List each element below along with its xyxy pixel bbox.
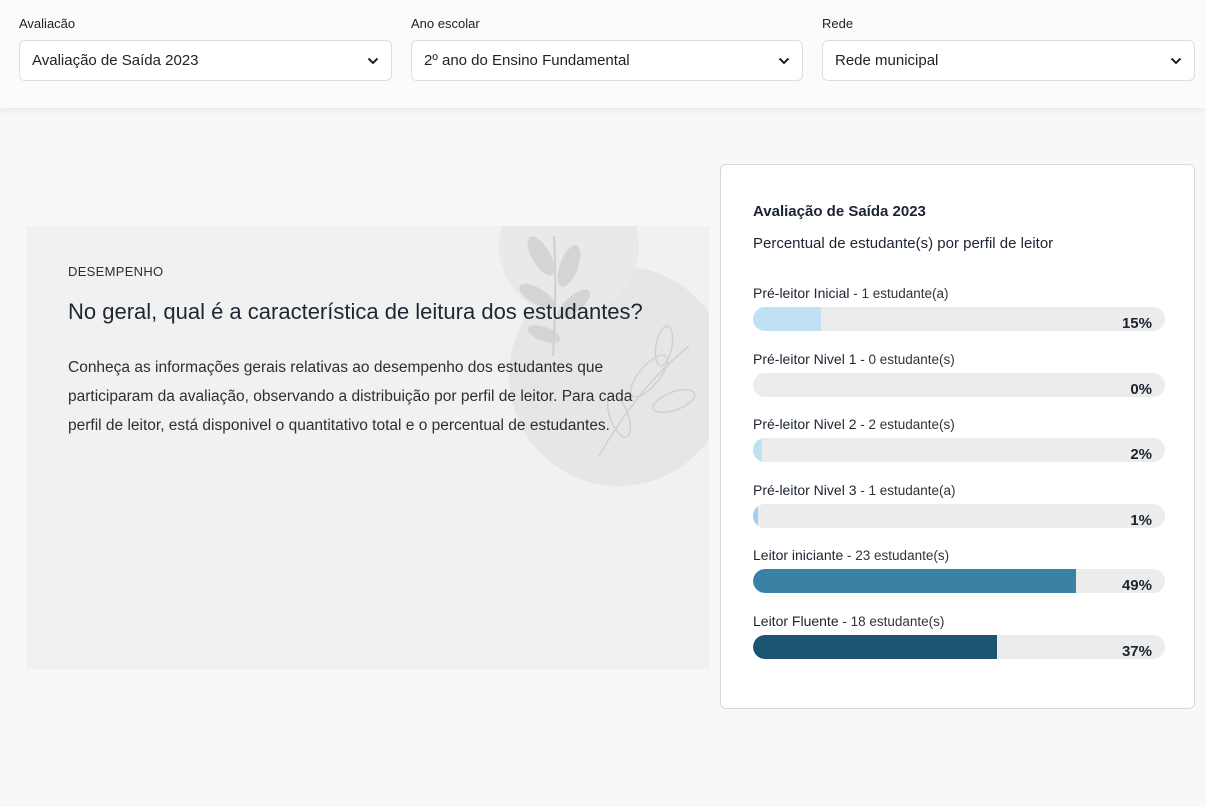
filter-bar: Avaliacão Avaliação de Saída 2023 Ano es… <box>0 0 1206 108</box>
perfil-label: Leitor Fluente - 18 estudante(s) <box>753 612 1165 630</box>
card-title: Avaliação de Saída 2023 <box>753 203 926 220</box>
perfil-bar-fill <box>753 438 762 462</box>
perfil-row: Pré-leitor Nivel 1 - 0 estudante(s) 0% <box>753 350 1165 416</box>
select-value: Avaliação de Saída 2023 <box>32 52 199 69</box>
perfil-bar-wrap: 2% <box>753 438 1165 463</box>
ano-escolar-select[interactable]: 2º ano do Ensino Fundamental <box>411 40 803 81</box>
perfil-bar-track <box>753 503 1165 528</box>
perfil-count: - 18 estudante(s) <box>838 613 945 629</box>
perfil-name: Pré-leitor Nivel 2 <box>753 416 857 432</box>
filter-label: Avaliacão <box>19 16 76 31</box>
section-eyebrow: DESEMPENHO <box>68 264 164 279</box>
perfil-row: Leitor Fluente - 18 estudante(s) 37% <box>753 612 1165 678</box>
section-headline: No geral, qual é a característica de lei… <box>68 299 643 324</box>
perfil-percent: 1% <box>1130 511 1152 529</box>
hero-text: DESEMPENHO No geral, qual é a caracterís… <box>68 264 648 440</box>
perfil-count: - 1 estudante(a) <box>849 286 949 301</box>
avaliacao-select[interactable]: Avaliação de Saída 2023 <box>19 40 392 81</box>
perfil-count: - 2 estudante(s) <box>856 417 955 432</box>
perfil-bar-wrap: 49% <box>753 569 1165 594</box>
perfil-label: Leitor iniciante - 23 estudante(s) <box>753 546 1165 564</box>
rede-select[interactable]: Rede municipal <box>822 40 1195 81</box>
perfil-name: Pré-leitor Inicial <box>753 285 850 301</box>
perfil-name: Pré-leitor Nivel 1 <box>753 350 857 367</box>
perfil-bar-fill <box>753 634 997 659</box>
perfil-bar-track <box>753 438 1165 462</box>
perfil-count: - 0 estudante(s) <box>856 351 955 367</box>
perfil-count: - 23 estudante(s) <box>843 548 950 563</box>
perfil-name: Leitor Fluente <box>753 612 839 629</box>
perfil-row: Leitor iniciante - 23 estudante(s) 49% <box>753 546 1165 612</box>
filter-label: Ano escolar <box>411 16 480 31</box>
perfil-row: Pré-leitor Nivel 3 - 1 estudante(a) 1% <box>753 481 1165 547</box>
perfil-leitor-card: Avaliação de Saída 2023 Percentual de es… <box>720 164 1195 709</box>
select-value: Rede municipal <box>835 52 939 69</box>
perfil-name: Leitor iniciante <box>753 547 844 563</box>
perfil-percent: 37% <box>1121 642 1152 660</box>
perfil-bar-wrap: 1% <box>753 503 1165 529</box>
perfil-row: Pré-leitor Nivel 2 - 2 estudante(s) 2% <box>753 415 1165 481</box>
perfil-bar-wrap: 0% <box>753 372 1165 398</box>
perfil-label: Pré-leitor Nivel 3 - 1 estudante(a) <box>753 481 1165 499</box>
perfil-bar-fill <box>753 307 821 331</box>
perfil-percent: 2% <box>1130 446 1152 463</box>
chevron-down-icon <box>778 57 790 64</box>
perfil-bar-track <box>753 634 1165 659</box>
card-subtitle: Percentual de estudante(s) por perfil de… <box>753 235 1054 252</box>
desempenho-panel: DESEMPENHO No geral, qual é a caracterís… <box>27 226 709 669</box>
perfil-bar-track <box>753 372 1165 397</box>
perfil-bar-track <box>753 569 1165 593</box>
perfil-label: Pré-leitor Inicial - 1 estudante(a) <box>753 284 1165 302</box>
perfil-bar-wrap: 37% <box>753 634 1165 660</box>
perfil-count: - 1 estudante(a) <box>856 482 956 498</box>
perfil-bar-wrap: 15% <box>753 307 1165 332</box>
perfil-percent: 49% <box>1121 577 1152 594</box>
chevron-down-icon <box>1170 57 1182 64</box>
filter-rede: Rede Rede municipal <box>822 16 1195 81</box>
perfil-list: Pré-leitor Inicial - 1 estudante(a) 15% Pr… <box>753 284 1165 677</box>
perfil-percent: 15% <box>1121 315 1152 332</box>
select-value: 2º ano do Ensino Fundamental <box>424 52 630 69</box>
filter-avaliacao: Avaliacão Avaliação de Saída 2023 <box>19 16 392 81</box>
perfil-name: Pré-leitor Nivel 3 <box>753 481 857 498</box>
filter-label: Rede <box>822 16 854 31</box>
perfil-percent: 0% <box>1130 380 1152 398</box>
perfil-label: Pré-leitor Nivel 1 - 0 estudante(s) <box>753 350 1165 368</box>
perfil-bar-fill <box>753 569 1076 593</box>
perfil-bar-fill <box>753 503 758 528</box>
section-description: Conheça as informações gerais relativas … <box>68 359 633 434</box>
perfil-bar-track <box>753 307 1165 331</box>
chevron-down-icon <box>367 57 379 64</box>
perfil-row: Pré-leitor Inicial - 1 estudante(a) 15% <box>753 284 1165 350</box>
perfil-label: Pré-leitor Nivel 2 - 2 estudante(s) <box>753 415 1165 433</box>
filter-ano-escolar: Ano escolar 2º ano do Ensino Fundamental <box>411 16 803 81</box>
